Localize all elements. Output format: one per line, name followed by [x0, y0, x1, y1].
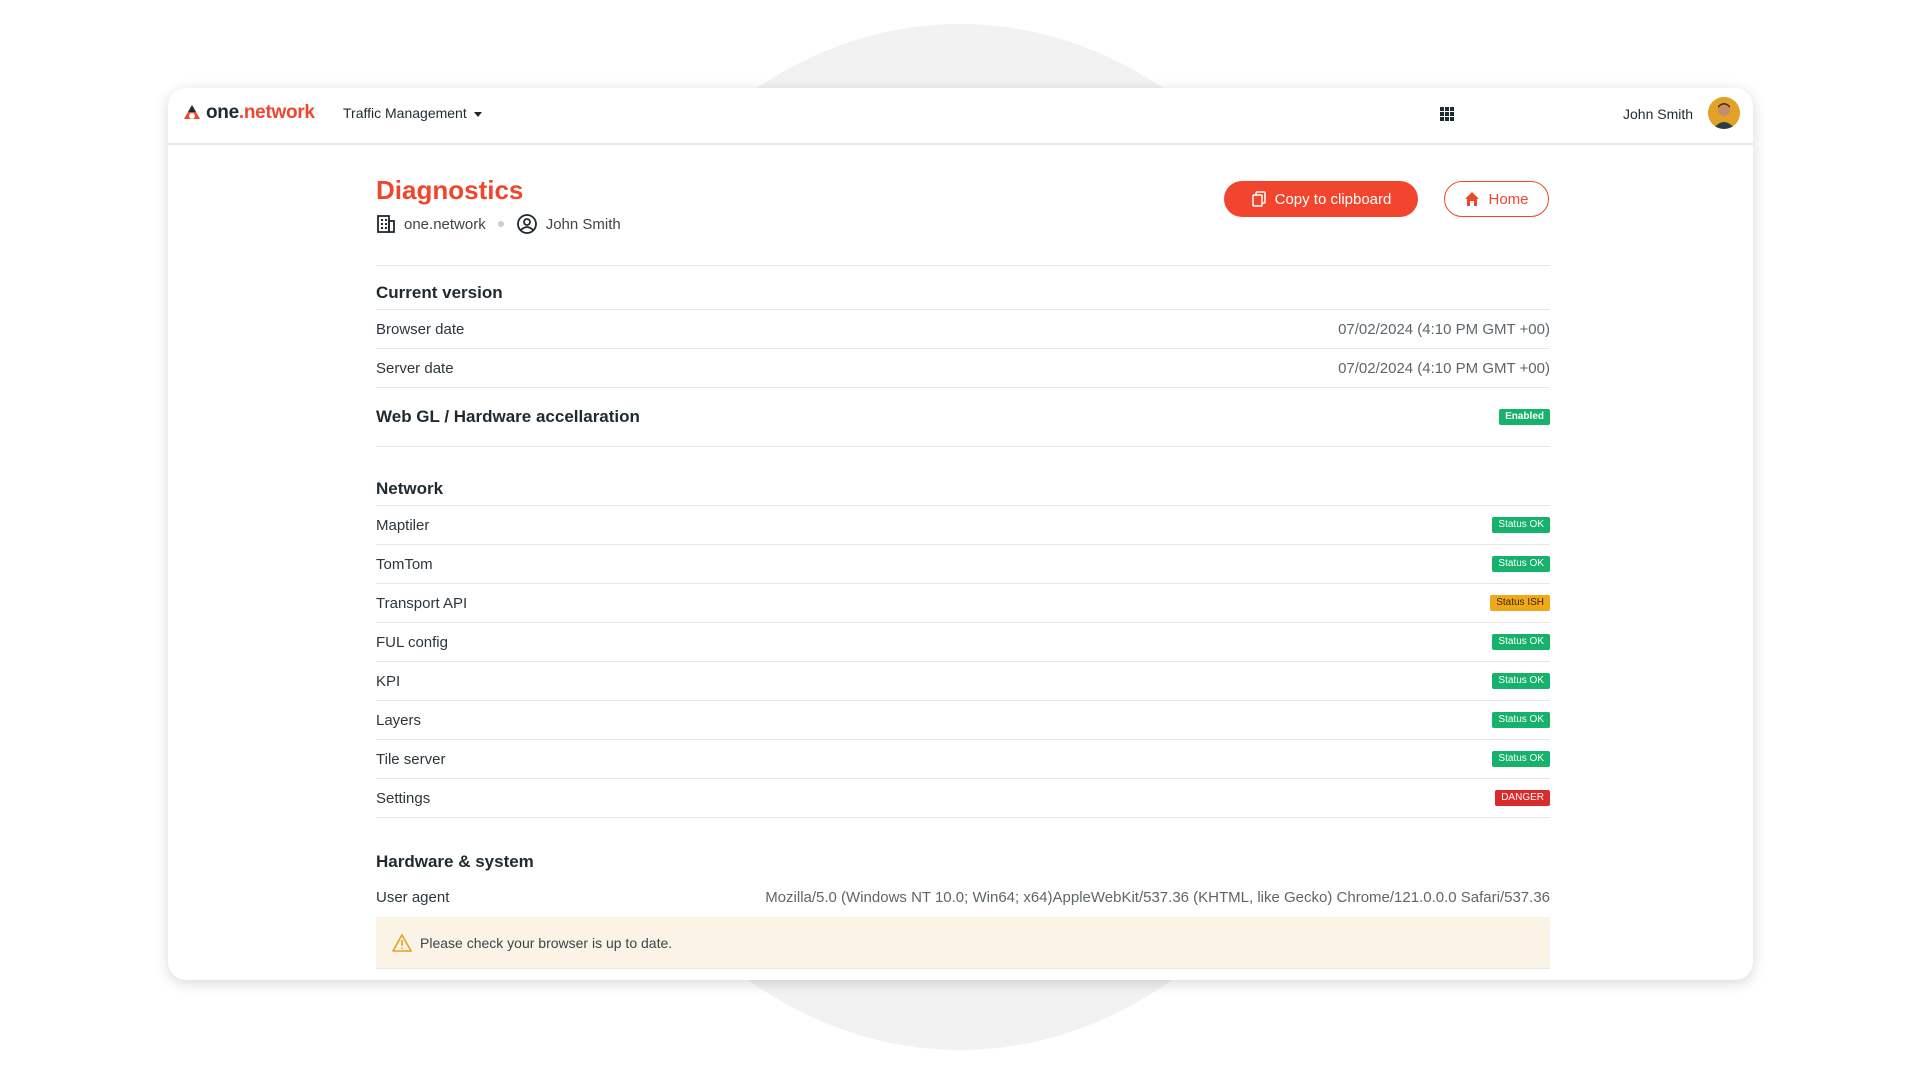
status-badge: Enabled: [1499, 409, 1550, 425]
status-badge: DANGER: [1495, 790, 1550, 806]
chevron-down-icon: [473, 111, 482, 117]
status-badge: Status OK: [1492, 673, 1550, 689]
page-meta: one.network John Smith: [376, 213, 621, 235]
status-badge: Status OK: [1492, 751, 1550, 767]
list-item-user-agent: User agent Mozilla/5.0 (Windows NT 10.0;…: [376, 878, 1550, 917]
status-badge: Status ISH: [1490, 595, 1550, 611]
browser-warning: Please check your browser is up to date.: [376, 917, 1550, 969]
divider: [376, 265, 1550, 266]
warning-text: Please check your browser is up to date.: [420, 934, 673, 951]
row-value: 07/02/2024 (4:10 PM GMT +00): [1338, 320, 1550, 338]
user-name[interactable]: John Smith: [1623, 106, 1693, 122]
list-item-tile-server: Tile server Status OK: [376, 740, 1550, 779]
list-item-kpi: KPI Status OK: [376, 662, 1550, 701]
row-label: TomTom: [376, 555, 433, 573]
section-hardware-title: Hardware & system: [376, 852, 534, 871]
logo-text-network: .network: [238, 102, 315, 123]
logo-text-one: one: [206, 102, 239, 123]
status-badge: Status OK: [1492, 712, 1550, 728]
app-menu-label: Traffic Management: [343, 105, 467, 121]
home-button[interactable]: Home: [1444, 181, 1549, 217]
row-label: Tile server: [376, 750, 446, 768]
list-item-transport-api: Transport API Status ISH: [376, 584, 1550, 623]
status-badge: Status OK: [1492, 556, 1550, 572]
row-value: 07/02/2024 (4:10 PM GMT +00): [1338, 359, 1550, 377]
home-button-label: Home: [1488, 190, 1529, 208]
status-badge: Status OK: [1492, 517, 1550, 533]
row-label: Settings: [376, 789, 431, 807]
list-item-server-date: Server date 07/02/2024 (4:10 PM GMT +00): [376, 349, 1550, 388]
organization-name: one.network: [404, 215, 486, 233]
copy-button-label: Copy to clipboard: [1274, 190, 1392, 208]
meta-separator: [497, 221, 504, 227]
row-label: Browser date: [376, 320, 465, 338]
app-menu-dropdown[interactable]: Traffic Management: [343, 105, 482, 121]
list-item-tomtom: TomTom Status OK: [376, 545, 1550, 584]
row-label: KPI: [376, 672, 401, 690]
row-label: User agent: [376, 889, 450, 906]
list-item-ful-config: FUL config Status OK: [376, 623, 1550, 662]
row-label: Transport API: [376, 594, 468, 612]
section-network-title: Network: [376, 447, 1550, 506]
top-navbar: one .network Traffic Management John Smit…: [168, 88, 1753, 145]
section-current-version-title: Current version: [376, 270, 1550, 310]
app-window: one .network Traffic Management John Smit…: [168, 88, 1753, 980]
copy-to-clipboard-button[interactable]: Copy to clipboard: [1224, 181, 1418, 217]
row-label: FUL config: [376, 633, 448, 651]
diagnostics-list: Current version Browser date 07/02/2024 …: [376, 270, 1550, 969]
building-icon: [377, 215, 395, 233]
home-icon: [1465, 192, 1480, 206]
row-label: Maptiler: [376, 516, 430, 534]
warning-icon: [392, 933, 412, 952]
list-item-settings: Settings DANGER: [376, 779, 1550, 818]
row-label: Server date: [376, 359, 454, 377]
page-title: Diagnostics: [376, 175, 524, 205]
avatar[interactable]: [1708, 97, 1740, 129]
section-webgl: Web GL / Hardware accellaration Enabled: [376, 388, 1550, 447]
logo[interactable]: one .network: [182, 102, 315, 124]
list-item-browser-date: Browser date 07/02/2024 (4:10 PM GMT +00…: [376, 310, 1550, 349]
user-circle-icon: [516, 214, 537, 234]
section-webgl-title: Web GL / Hardware accellaration: [376, 407, 640, 426]
copy-icon: [1251, 191, 1266, 207]
list-item-layers: Layers Status OK: [376, 701, 1550, 740]
apps-grid-icon[interactable]: [1440, 107, 1454, 121]
row-label: Layers: [376, 711, 422, 729]
status-badge: Status OK: [1492, 634, 1550, 650]
list-item-maptiler: Maptiler Status OK: [376, 506, 1550, 545]
logo-mark-icon: [184, 105, 200, 119]
user-agent-value: Mozilla/5.0 (Windows NT 10.0; Win64; x64…: [765, 889, 1550, 906]
meta-user-name: John Smith: [545, 215, 621, 233]
